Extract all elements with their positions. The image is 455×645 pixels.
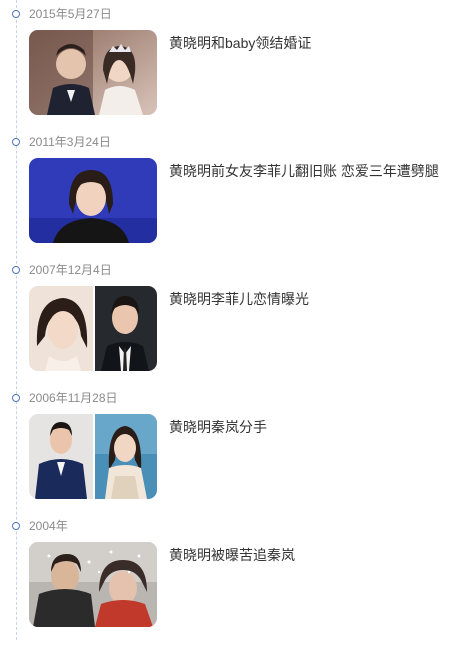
- timeline-dot-icon: [12, 138, 20, 146]
- entry-title-link[interactable]: 黄晓明李菲儿恋情曝光: [169, 290, 309, 308]
- timeline-entry: 2015年5月27日 黄晓明和baby领结婚证: [0, 0, 455, 128]
- entry-date: 2015年5月27日: [29, 7, 112, 21]
- entry-date: 2004年: [29, 519, 68, 533]
- entry-thumbnail[interactable]: [29, 414, 157, 499]
- entry-thumbnail[interactable]: [29, 30, 157, 115]
- entry-date: 2007年12月4日: [29, 263, 112, 277]
- entry-title-link[interactable]: 黄晓明前女友李菲儿翻旧账 恋爱三年遭劈腿: [169, 162, 439, 180]
- timeline-entry: 2007年12月4日 黄晓明李菲儿恋情曝光: [0, 256, 455, 384]
- entry-title-link[interactable]: 黄晓明被曝苦追秦岚: [169, 546, 295, 564]
- timeline-dot-icon: [12, 394, 20, 402]
- timeline-entry: 2006年11月28日 黄晓明秦岚分手: [0, 384, 455, 512]
- timeline-entry: 2004年 黄晓明被曝苦追秦岚: [0, 512, 455, 640]
- entry-date: 2011年3月24日: [29, 135, 111, 149]
- timeline-entry: 2011年3月24日 黄晓明前女友李菲儿翻旧账 恋爱三年遭劈腿: [0, 128, 455, 256]
- entry-thumbnail[interactable]: [29, 286, 157, 371]
- entry-thumbnail[interactable]: [29, 158, 157, 243]
- timeline-dot-icon: [12, 522, 20, 530]
- entry-title-link[interactable]: 黄晓明秦岚分手: [169, 418, 267, 436]
- entry-title-link[interactable]: 黄晓明和baby领结婚证: [169, 34, 311, 52]
- timeline-dot-icon: [12, 10, 20, 18]
- news-timeline: 2015年5月27日 黄晓明和baby领结婚证 2011年3月24日 黄晓明前女…: [0, 0, 455, 645]
- entry-thumbnail[interactable]: [29, 542, 157, 627]
- entry-date: 2006年11月28日: [29, 391, 118, 405]
- timeline-dot-icon: [12, 266, 20, 274]
